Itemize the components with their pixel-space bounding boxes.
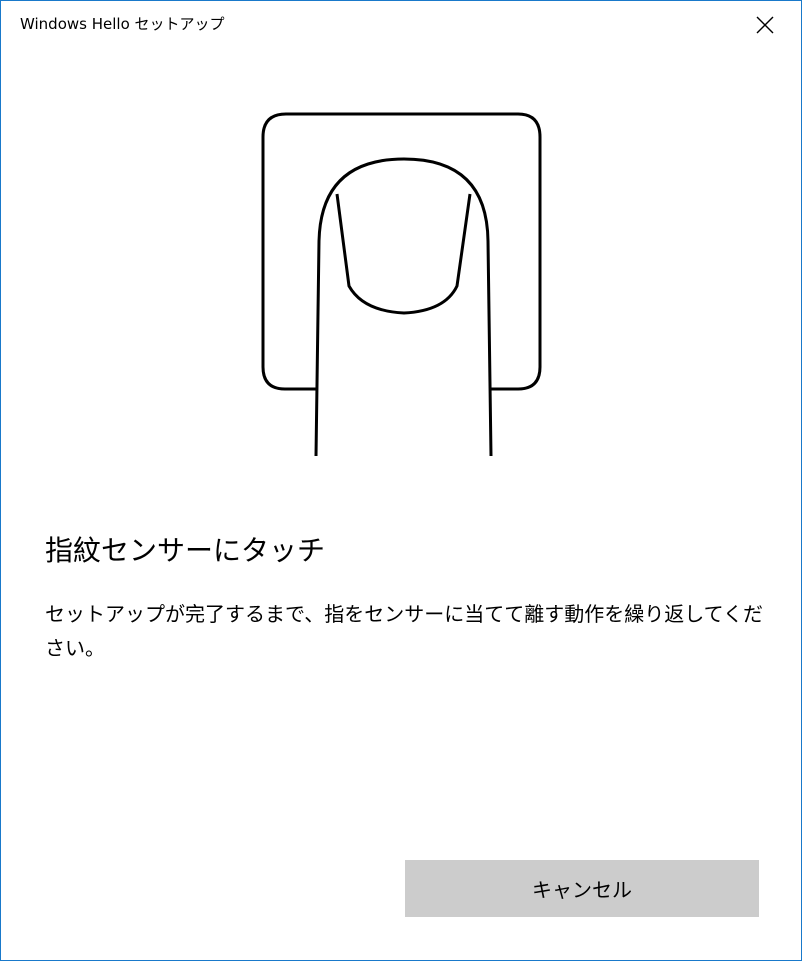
instruction-text: セットアップが完了するまで、指をセンサーに当てて離す動作を繰り返してください。 [45,602,763,660]
windows-hello-setup-dialog: Windows Hello セットアップ 指紋センサーにタッチ セットアップが完… [0,0,802,961]
window-title: Windows Hello セットアップ [20,15,225,33]
page-title: 指紋センサーにタッチ [45,534,326,567]
close-button[interactable] [742,7,788,43]
title-bar: Windows Hello セットアップ [1,1,801,49]
fingerprint-sensor-touch-icon [261,112,542,457]
close-icon [756,16,774,34]
cancel-button[interactable]: キャンセル [405,860,759,917]
